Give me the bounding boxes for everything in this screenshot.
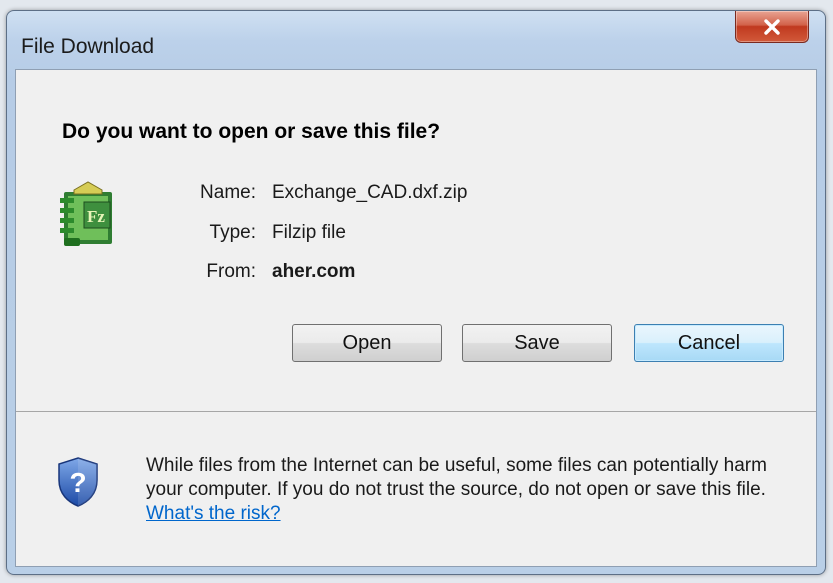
- security-warning-text-block: While files from the Internet can be use…: [146, 454, 786, 526]
- file-name-row: Name: Exchange_CAD.dxf.zip: [16, 182, 616, 208]
- security-shield-question-icon: ?: [56, 456, 100, 508]
- window-title: File Download: [21, 35, 155, 58]
- file-from-row: From: aher.com: [16, 261, 616, 287]
- file-type-label: Type:: [209, 222, 256, 243]
- svg-text:?: ?: [69, 467, 86, 498]
- file-type-value: Filzip file: [272, 222, 346, 243]
- file-name-label: Name:: [200, 182, 256, 203]
- cancel-button[interactable]: Cancel: [634, 324, 784, 362]
- security-warning-text: While files from the Internet can be use…: [146, 455, 767, 500]
- save-button[interactable]: Save: [462, 324, 612, 362]
- whats-the-risk-link[interactable]: What's the risk?: [146, 503, 281, 524]
- security-warning-panel: ? While files from the Internet can be u…: [16, 412, 816, 566]
- file-download-dialog: File Download Do you want to open or sav…: [6, 10, 826, 575]
- file-type-row: Type: Filzip file: [16, 222, 616, 248]
- close-button[interactable]: [735, 11, 809, 43]
- file-from-label: From:: [206, 261, 256, 282]
- file-from-value: aher.com: [272, 261, 356, 282]
- dialog-body: Do you want to open or save this file? F…: [15, 69, 817, 567]
- file-name-value: Exchange_CAD.dxf.zip: [272, 182, 468, 203]
- dialog-question: Do you want to open or save this file?: [62, 120, 441, 143]
- open-button[interactable]: Open: [292, 324, 442, 362]
- title-bar[interactable]: File Download: [7, 11, 825, 69]
- close-icon: [764, 18, 780, 35]
